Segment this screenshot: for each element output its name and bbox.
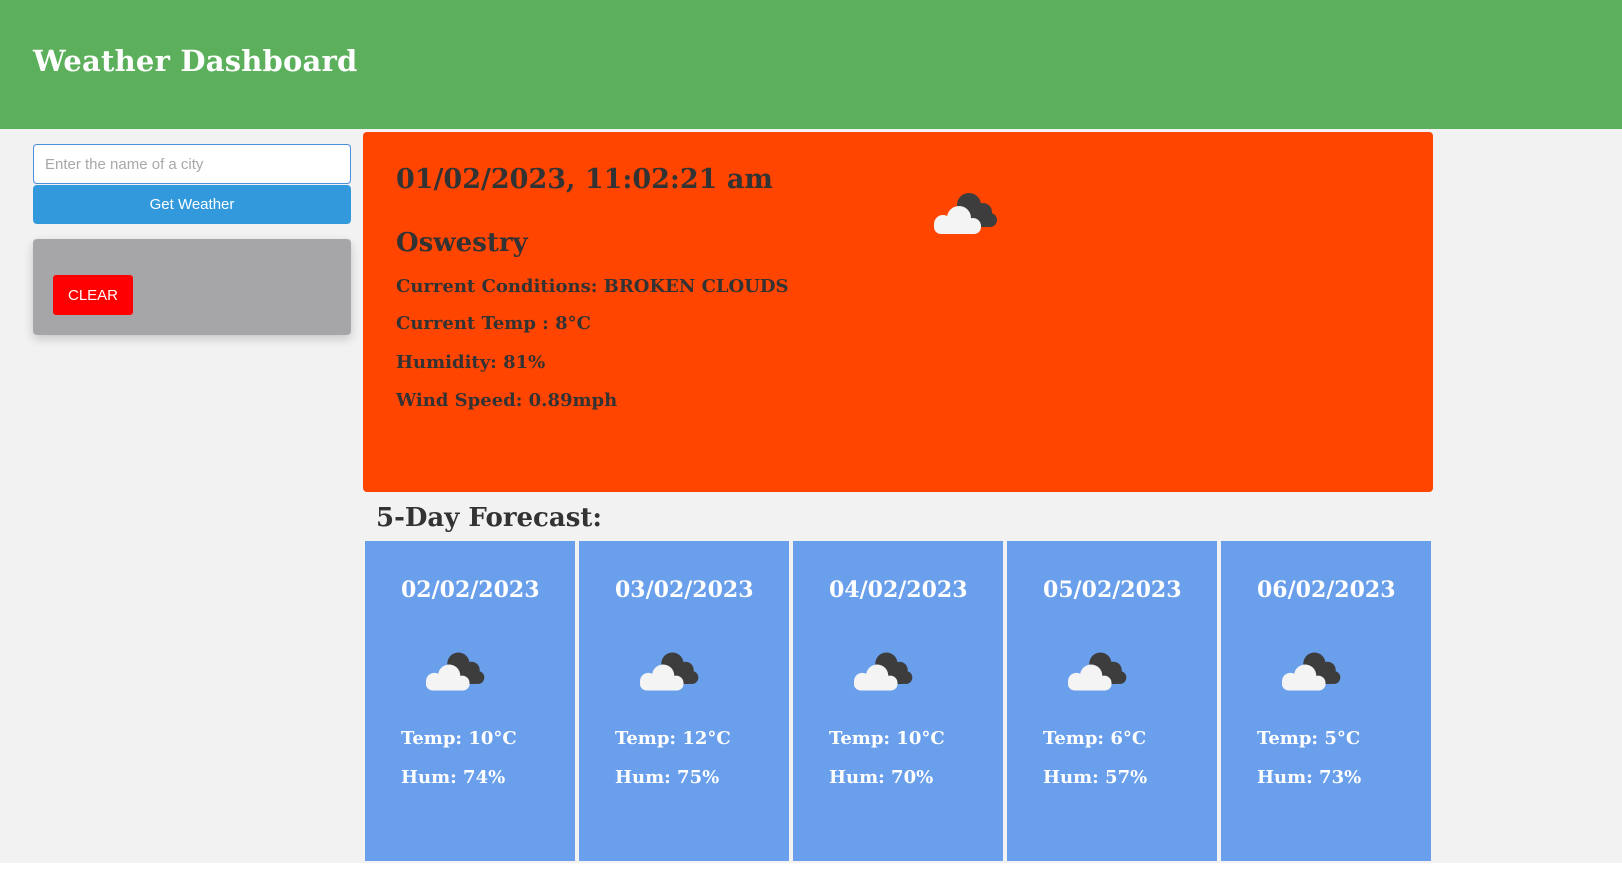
current-conditions: Current Conditions: BROKEN CLOUDS [396, 276, 789, 297]
broken-clouds-icon [934, 193, 997, 234]
forecast-humidity: Hum: 70% [829, 767, 934, 788]
current-temperature: Current Temp : 8°C [396, 313, 591, 334]
city-search-input[interactable] [33, 144, 351, 184]
app-header: Weather Dashboard [0, 0, 1622, 129]
forecast-heading: 5-Day Forecast: [376, 503, 602, 533]
current-wind-speed: Wind Speed: 0.89mph [396, 390, 618, 411]
forecast-date: 05/02/2023 [1043, 577, 1182, 603]
broken-clouds-icon [1068, 652, 1127, 691]
forecast-date: 06/02/2023 [1257, 577, 1396, 603]
clear-history-button[interactable]: CLEAR [53, 275, 133, 315]
current-humidity: Humidity: 81% [396, 352, 546, 373]
forecast-temp: Temp: 6°C [1043, 728, 1147, 749]
current-weather-card: 01/02/2023, 11:02:21 am Oswestry Current… [363, 132, 1433, 492]
forecast-humidity: Hum: 57% [1043, 767, 1148, 788]
search-history-panel: CLEAR [33, 239, 351, 335]
forecast-card-day-2: 03/02/2023 Temp: 12°C Hum: 75% [579, 541, 789, 861]
forecast-card-day-5: 06/02/2023 Temp: 5°C Hum: 73% [1221, 541, 1431, 861]
broken-clouds-icon [640, 652, 699, 691]
forecast-temp: Temp: 10°C [401, 728, 517, 749]
forecast-card-day-4: 05/02/2023 Temp: 6°C Hum: 57% [1007, 541, 1217, 861]
current-datetime: 01/02/2023, 11:02:21 am [396, 164, 773, 195]
forecast-date: 02/02/2023 [401, 577, 540, 603]
forecast-card-day-1: 02/02/2023 Temp: 10°C Hum: 74% [365, 541, 575, 861]
forecast-date: 03/02/2023 [615, 577, 754, 603]
forecast-card-day-3: 04/02/2023 Temp: 10°C Hum: 70% [793, 541, 1003, 861]
forecast-date: 04/02/2023 [829, 577, 968, 603]
get-weather-button[interactable]: Get Weather [33, 185, 351, 224]
page-title: Weather Dashboard [33, 44, 358, 78]
broken-clouds-icon [1282, 652, 1341, 691]
forecast-humidity: Hum: 74% [401, 767, 506, 788]
forecast-humidity: Hum: 75% [615, 767, 720, 788]
forecast-temp: Temp: 12°C [615, 728, 731, 749]
forecast-humidity: Hum: 73% [1257, 767, 1362, 788]
current-city-name: Oswestry [396, 228, 528, 258]
broken-clouds-icon [854, 652, 913, 691]
forecast-temp: Temp: 5°C [1257, 728, 1361, 749]
broken-clouds-icon [426, 652, 485, 691]
forecast-temp: Temp: 10°C [829, 728, 945, 749]
